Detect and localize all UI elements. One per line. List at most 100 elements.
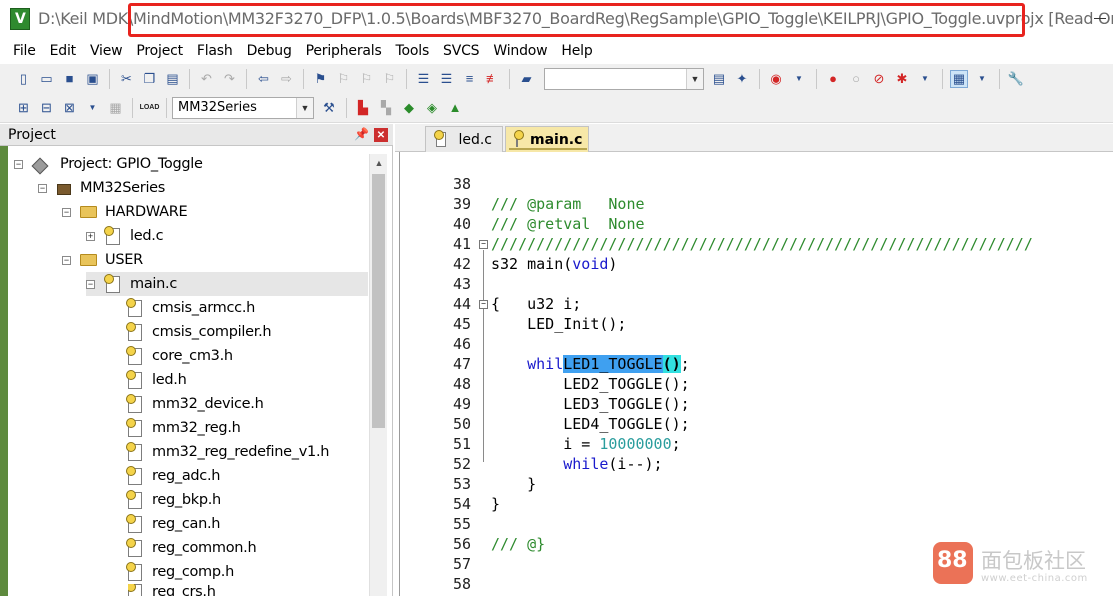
menu-window[interactable]: Window	[486, 43, 554, 59]
uncomment-icon[interactable]: ≢	[484, 70, 502, 88]
source-file-icon	[104, 225, 120, 245]
tab-led-c[interactable]: led.c	[425, 126, 503, 152]
tree-include-file[interactable]: cmsis_compiler.h	[126, 320, 272, 344]
redo-icon[interactable]: ↷	[221, 70, 239, 88]
find-combo[interactable]: ▼	[544, 67, 704, 90]
close-icon[interactable]: ✕	[374, 128, 388, 142]
navigate-back-icon[interactable]: ⇦	[255, 70, 273, 88]
tree-file-led-c[interactable]: + led.c	[86, 224, 164, 248]
find-in-files-icon[interactable]: ▰	[518, 70, 536, 88]
menu-peripherals[interactable]: Peripherals	[299, 43, 389, 59]
project-panel-header: Project 📌 ✕	[0, 124, 393, 146]
insert-breakpoint-icon[interactable]: ●	[824, 70, 842, 88]
pin-icon[interactable]: 📌	[354, 127, 369, 141]
tree-include-file[interactable]: led.h	[126, 368, 187, 392]
tree-group-hardware[interactable]: − HARDWARE	[62, 200, 188, 224]
menu-svcs[interactable]: SVCS	[436, 43, 486, 59]
collapse-icon[interactable]: −	[62, 256, 71, 265]
run-time-env-icon[interactable]: ▲	[446, 99, 464, 117]
menu-tools[interactable]: Tools	[389, 43, 437, 59]
new-file-icon[interactable]: ▯	[15, 70, 33, 88]
incremental-find-icon[interactable]: ✦	[733, 70, 751, 88]
find-icon[interactable]: ▤	[710, 70, 728, 88]
menu-view[interactable]: View	[83, 43, 129, 59]
build-icon[interactable]: ⊟	[38, 99, 56, 117]
kill-breakpoints-icon[interactable]: ✱	[893, 70, 911, 88]
select-packs-icon[interactable]: ◆	[400, 99, 418, 117]
disable-breakpoints-icon[interactable]: ⊘	[870, 70, 888, 88]
tree-label: mm32_device.h	[152, 396, 264, 412]
collapse-icon[interactable]: −	[38, 184, 47, 193]
scrollbar-thumb[interactable]	[372, 174, 385, 428]
collapse-icon[interactable]: −	[14, 160, 23, 169]
fold-collapse-icon[interactable]: −	[479, 300, 488, 309]
tree-file-main-c[interactable]: − main.c	[86, 272, 368, 296]
collapse-icon[interactable]: −	[62, 208, 71, 217]
unindent-icon[interactable]: ☰	[438, 70, 456, 88]
collapse-icon[interactable]: −	[86, 280, 95, 289]
header-file-icon	[126, 513, 142, 533]
tree-target[interactable]: − MM32Series	[38, 176, 165, 200]
save-all-icon[interactable]: ▣	[84, 70, 102, 88]
menu-edit[interactable]: Edit	[43, 43, 83, 59]
tree-include-file[interactable]: reg_common.h	[126, 536, 257, 560]
next-bookmark-icon[interactable]: ⚐	[358, 70, 376, 88]
navigate-forward-icon[interactable]: ⇨	[278, 70, 296, 88]
tree-include-file[interactable]: core_cm3.h	[126, 344, 233, 368]
tree-include-file[interactable]: reg_comp.h	[126, 560, 234, 584]
code-line: 42 − {	[400, 234, 1113, 314]
tree-include-file[interactable]: reg_can.h	[126, 512, 220, 536]
window-layout-icon[interactable]: ▦	[950, 69, 968, 88]
fold-collapse-icon[interactable]: −	[479, 240, 488, 249]
chevron-down-icon[interactable]: ▼	[296, 97, 313, 118]
open-folder-icon[interactable]: ▭	[38, 70, 56, 88]
chevron-down-icon[interactable]: ▼	[686, 68, 703, 89]
project-scrollbar[interactable]: ▲	[369, 154, 387, 596]
tree-include-file[interactable]: reg_crs.h	[128, 584, 216, 596]
rebuild-icon[interactable]: ⊠	[61, 99, 79, 117]
target-select[interactable]: MM32Series ▼	[172, 96, 314, 119]
copy-icon[interactable]: ❐	[141, 70, 159, 88]
debug-dropdown-icon[interactable]: ▼	[790, 70, 808, 88]
configure-icon[interactable]: 🔧	[1007, 70, 1025, 88]
bookmark-icon[interactable]: ⚑	[312, 70, 330, 88]
save-icon[interactable]: ■	[61, 70, 79, 88]
paste-icon[interactable]: ▤	[164, 70, 182, 88]
tree-include-file[interactable]: reg_bkp.h	[126, 488, 221, 512]
enable-breakpoint-icon[interactable]: ○	[847, 70, 865, 88]
header-file-icon	[126, 441, 142, 461]
indent-icon[interactable]: ☰	[415, 70, 433, 88]
tree-include-file[interactable]: mm32_reg.h	[126, 416, 241, 440]
tree-include-file[interactable]: reg_adc.h	[126, 464, 220, 488]
tree-project-root[interactable]: − Project: GPIO_Toggle	[14, 152, 203, 176]
cut-icon[interactable]: ✂	[118, 70, 136, 88]
manage-components-icon[interactable]: ▚	[377, 99, 395, 117]
target-options-icon[interactable]: ⚒	[320, 99, 338, 117]
menu-debug[interactable]: Debug	[240, 43, 299, 59]
minimize-icon[interactable]	[1094, 18, 1106, 19]
tree-include-file[interactable]: cmsis_armcc.h	[126, 296, 255, 320]
file-extensions-icon[interactable]: ▙	[354, 99, 372, 117]
menu-help[interactable]: Help	[554, 43, 599, 59]
code-editor[interactable]: 38 /// @param None 39 /// @retval None 4…	[399, 152, 1113, 596]
undo-icon[interactable]: ↶	[198, 70, 216, 88]
expand-icon[interactable]: +	[86, 232, 95, 241]
pack-installer-icon[interactable]: ◈	[423, 99, 441, 117]
layout-dropdown-icon[interactable]: ▼	[973, 70, 991, 88]
prev-bookmark-icon[interactable]: ⚐	[335, 70, 353, 88]
tree-include-file[interactable]: mm32_device.h	[126, 392, 264, 416]
breakpoint-dropdown-icon[interactable]: ▼	[916, 70, 934, 88]
clear-bookmarks-icon[interactable]: ⚐	[381, 70, 399, 88]
load-flash-icon[interactable]: LOAD	[140, 99, 160, 117]
debug-session-icon[interactable]: ◉	[767, 70, 785, 88]
batch-build-dropdown-icon[interactable]: ▼	[84, 99, 102, 117]
scroll-up-icon[interactable]: ▲	[370, 154, 388, 171]
translate-icon[interactable]: ⊞	[15, 99, 33, 117]
menu-flash[interactable]: Flash	[190, 43, 240, 59]
tree-include-file[interactable]: mm32_reg_redefine_v1.h	[126, 440, 329, 464]
menu-project[interactable]: Project	[129, 43, 190, 59]
stop-build-icon[interactable]: ▦	[107, 99, 125, 117]
comment-icon[interactable]: ≡	[461, 70, 479, 88]
tree-group-user[interactable]: − USER	[62, 248, 143, 272]
menu-file[interactable]: File	[6, 43, 43, 59]
